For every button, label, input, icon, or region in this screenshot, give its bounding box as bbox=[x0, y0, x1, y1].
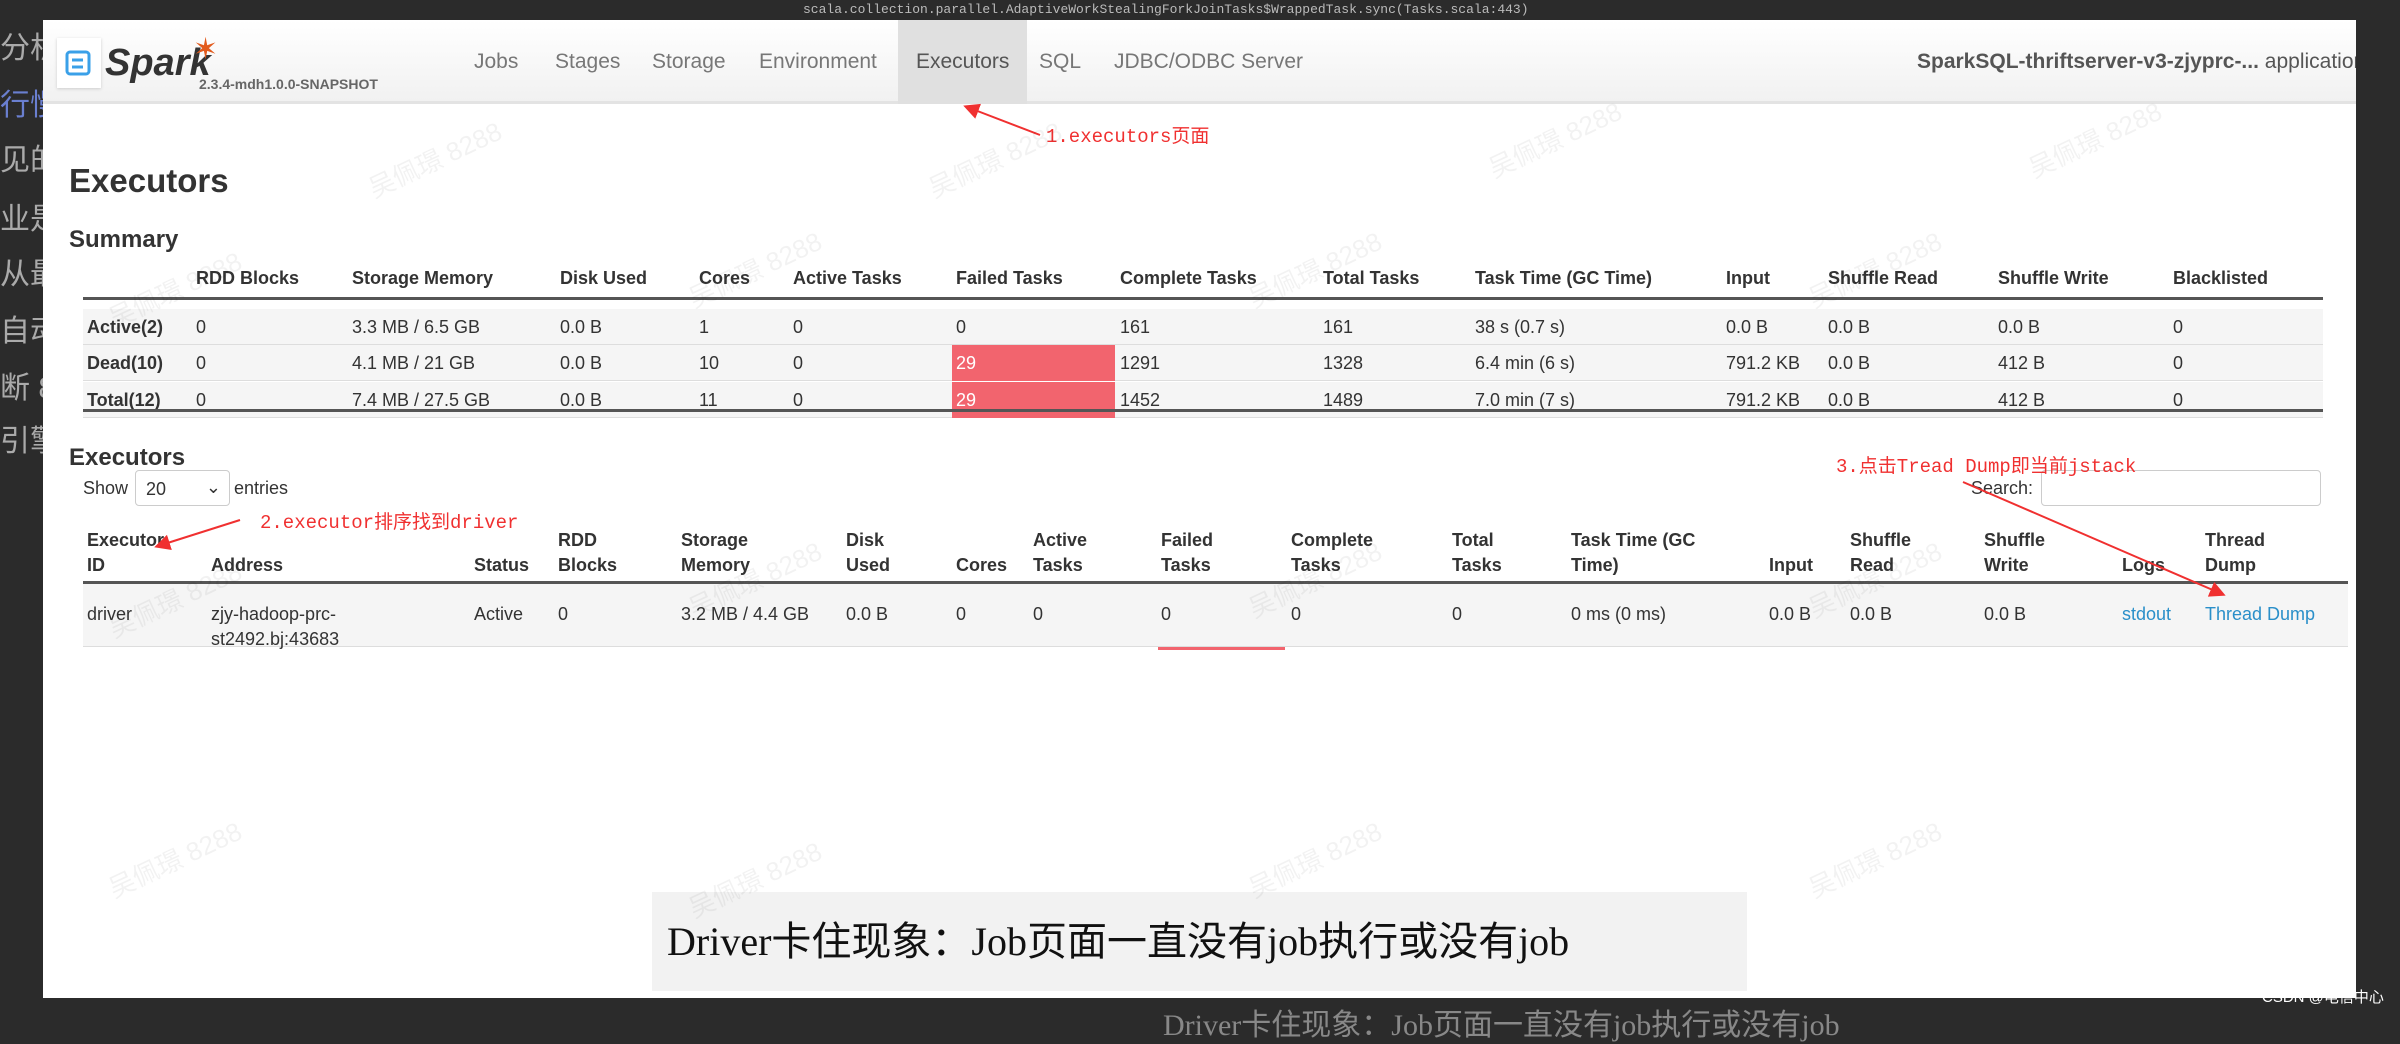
annotation-2: 2.executor排序找到driver bbox=[260, 512, 519, 534]
annotation-3: 3.点击Tread Dump即当前jstack bbox=[1836, 456, 2137, 478]
arrow-2 bbox=[154, 519, 241, 550]
caption-box: Driver卡住现象：Job页面一直没有job执行或没有job bbox=[652, 892, 1747, 991]
annotation-1: 1.executors页面 bbox=[1046, 126, 1210, 148]
arrow-3 bbox=[1962, 481, 2226, 597]
background-code-line: scala.collection.parallel.AdaptiveWorkSt… bbox=[803, 2, 1529, 17]
background-caption: Driver卡住现象：Job页面一直没有job执行或没有job bbox=[1163, 1009, 1840, 1042]
spark-ui-screenshot: Spark ✶ 2.3.4-mdh1.0.0-SNAPSHOT Jobs Stag… bbox=[43, 20, 2356, 998]
credit: CSDN @电信中心 bbox=[2262, 989, 2384, 1006]
